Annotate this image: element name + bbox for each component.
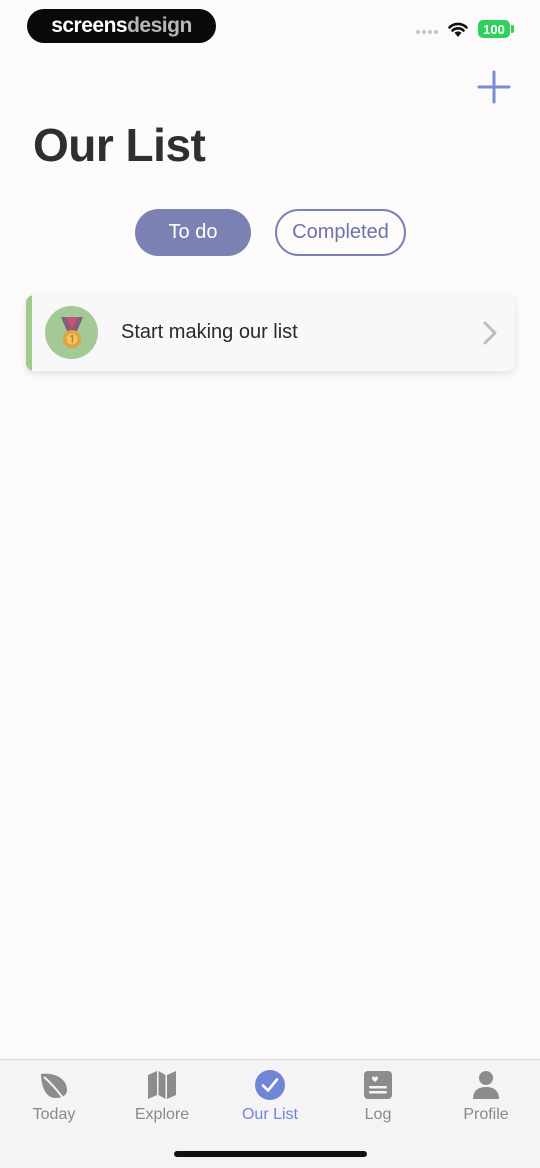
brand-logo: screens design [27, 9, 216, 43]
wifi-icon [448, 22, 468, 37]
nav-label-explore: Explore [134, 1106, 190, 1123]
leaf-icon [41, 1073, 67, 1099]
battery-level: 100 [483, 21, 505, 37]
nav-item-profile[interactable]: Profile [432, 1060, 540, 1140]
list-item-label: Start making our list [121, 321, 298, 343]
nav-item-today[interactable]: Today [0, 1060, 108, 1140]
nav-label-our-list: Our List [241, 1106, 298, 1123]
nav-item-our-list[interactable]: Our List [216, 1060, 324, 1140]
medal-icon [60, 316, 83, 348]
battery-tip [511, 25, 514, 33]
list-item[interactable]: Start making our list [26, 295, 515, 371]
brand-text-part1: screens [51, 14, 128, 37]
brand-text-part2: design [127, 14, 192, 37]
nav-label-log: Log [364, 1106, 392, 1123]
nav-label-profile: Profile [463, 1106, 509, 1123]
nav-label-today: Today [32, 1106, 76, 1123]
tab-to-do[interactable]: To do [135, 209, 251, 256]
plus-icon[interactable] [476, 69, 512, 105]
journal-icon [364, 1071, 392, 1099]
check-circle-icon [255, 1070, 285, 1100]
battery-icon: 100 [478, 20, 510, 38]
page-title: Our List [33, 119, 206, 171]
signal-icon [416, 30, 438, 34]
medal-avatar [45, 306, 98, 359]
nav-item-log[interactable]: Log [324, 1060, 432, 1140]
chevron-right-icon [483, 321, 497, 345]
nav-item-explore[interactable]: Explore [108, 1060, 216, 1140]
tab-completed[interactable]: Completed [275, 209, 406, 256]
status-bar: screens design 100 [0, 0, 540, 56]
home-indicator [174, 1151, 367, 1157]
list-item-accent [26, 295, 32, 371]
map-icon [148, 1071, 176, 1099]
person-icon [473, 1071, 499, 1099]
